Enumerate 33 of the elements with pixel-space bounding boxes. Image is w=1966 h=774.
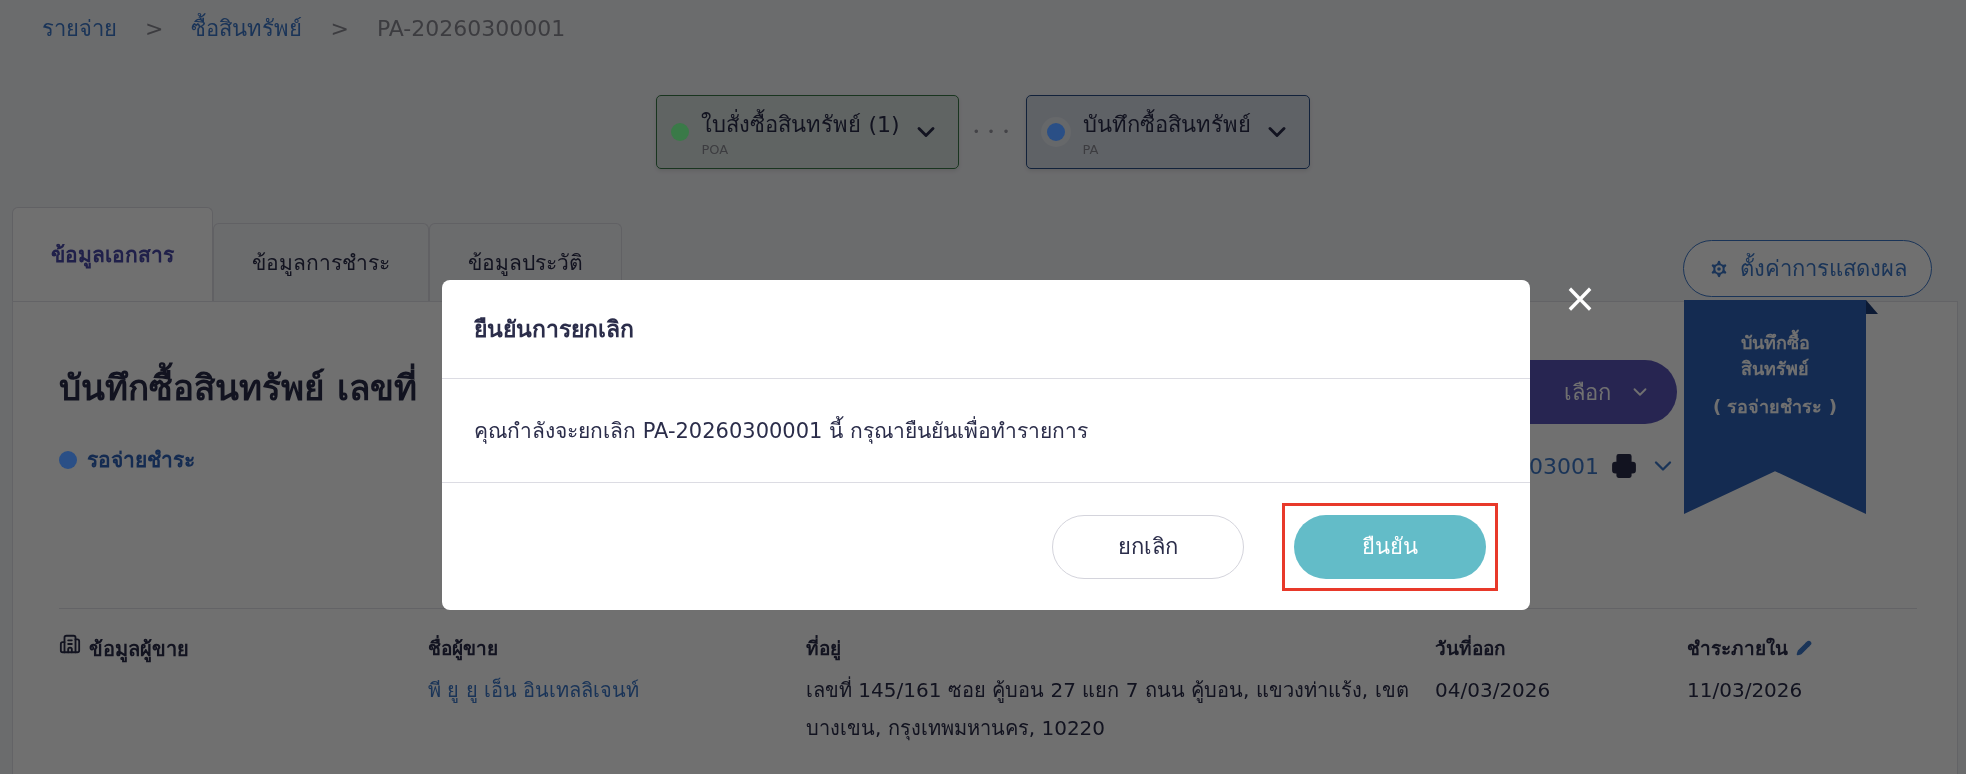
gear-icon bbox=[1708, 257, 1730, 280]
cancel-button[interactable]: ยกเลิก bbox=[1052, 514, 1244, 579]
building-icon bbox=[59, 633, 81, 655]
field-label: ชำระภายใน bbox=[1687, 636, 1788, 661]
tab[interactable]: ข้อมูลเอกสาร bbox=[12, 207, 213, 301]
ribbon-title: บันทึกซื้อ สินทรัพย์ bbox=[1715, 330, 1835, 382]
dialog-message: คุณกำลังจะยกเลิก PA-20260300001 นี้ กรุณายืนยันเพื่อทำรายการ bbox=[474, 414, 1088, 447]
vendor-link[interactable]: พี ยู ยู เอ็น อินเทลลิเจนท์ bbox=[428, 671, 806, 709]
close-button[interactable]: × bbox=[1560, 278, 1600, 318]
field-label: วันที่ออก bbox=[1435, 634, 1506, 661]
flow-separator: • • • bbox=[972, 125, 1012, 139]
status-label: รอจ่ายชำระ bbox=[87, 447, 195, 474]
page-title: บันทึกซื้อสินทรัพย์ เลขที่ bbox=[59, 360, 418, 415]
settings-button[interactable]: ตั้งค่าการแสดงผล bbox=[1683, 240, 1932, 297]
tab[interactable]: ข้อมูลการชำระ bbox=[213, 223, 429, 301]
document-number[interactable]: 03001 bbox=[1529, 453, 1599, 479]
section-heading: ข้อมูลผู้ขาย bbox=[89, 636, 189, 665]
field-value: 04/03/2026 bbox=[1435, 677, 1552, 704]
print-icon[interactable] bbox=[1611, 453, 1637, 479]
breadcrumb-link[interactable]: รายจ่าย bbox=[42, 10, 117, 46]
confirm-button[interactable]: ยืนยัน bbox=[1294, 514, 1486, 579]
edit-icon[interactable] bbox=[1796, 640, 1812, 656]
field-value: เลขที่ 145/161 ซอย คู้บอน 27 แยก 7 ถนน คู้บอน, แขวงท่าแร้ง, เขตบางเขน, กรุงเทพมหานคร, 10220 bbox=[806, 675, 1410, 743]
breadcrumb-link[interactable]: ซื้อสินทรัพย์ bbox=[191, 10, 303, 46]
dialog-title: ยืนยันการยกเลิก bbox=[474, 315, 634, 344]
breadcrumb-separator: > bbox=[145, 15, 164, 41]
chip-title: บันทึกซื้อสินทรัพย์ bbox=[1082, 107, 1251, 142]
breadcrumb-separator: > bbox=[330, 15, 349, 41]
field-label: ที่อยู่ bbox=[806, 634, 841, 663]
chip-title: ใบสั่งซื้อสินทรัพย์ (1) bbox=[701, 107, 900, 142]
ribbon-status: ( รอจ่ายชำระ ) bbox=[1712, 395, 1838, 419]
field-label: ชื่อผู้ขาย bbox=[428, 634, 498, 663]
field-value: 11/03/2026 bbox=[1687, 677, 1804, 704]
